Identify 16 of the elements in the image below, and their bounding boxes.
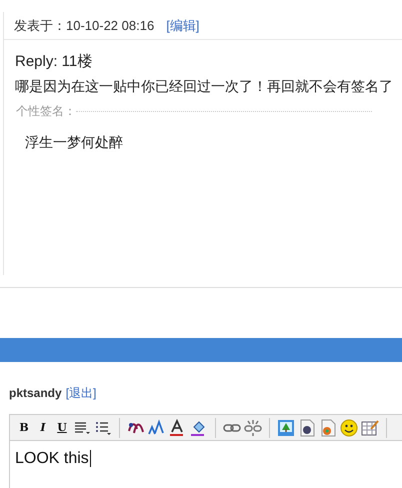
- unlink-icon[interactable]: [244, 418, 262, 436]
- table-icon[interactable]: [361, 418, 379, 436]
- flash-file-icon[interactable]: [298, 418, 316, 436]
- smiley-icon[interactable]: [340, 418, 358, 436]
- post-time: 发表于：10-10-22 08:16: [14, 16, 154, 35]
- reply-title: Reply: 11楼: [15, 52, 94, 72]
- format-button[interactable]: I: [35, 418, 51, 436]
- format-button[interactable]: U: [54, 418, 70, 436]
- signature: 浮生一梦何处醉: [25, 133, 124, 152]
- post-body: 哪是因为在这一贴中你已经回过一次了！再回就不会有签名了: [15, 77, 394, 96]
- format-button[interactable]: B: [16, 418, 32, 436]
- logout-link[interactable]: [退出]: [66, 384, 96, 402]
- edit-link[interactable]: [编辑]: [166, 16, 200, 36]
- signature-label: 个性签名：: [16, 103, 76, 120]
- editor-text: LOOK this: [15, 450, 91, 467]
- username: pktsandy: [9, 385, 62, 402]
